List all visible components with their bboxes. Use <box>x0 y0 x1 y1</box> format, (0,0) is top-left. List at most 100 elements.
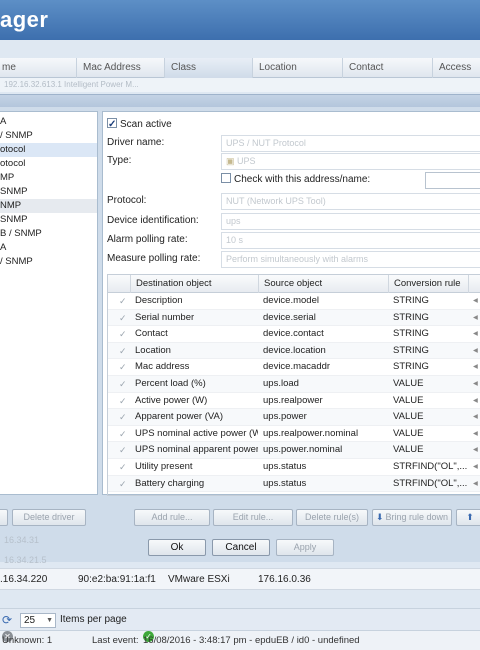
row-expand-icon[interactable]: ◂ <box>468 359 480 375</box>
driver-list-item[interactable]: SNMP <box>0 185 97 199</box>
driver-list-item[interactable]: / SNMP <box>0 255 97 269</box>
table-row[interactable]: ✓ Description device.model STRING ◂ <box>108 293 480 310</box>
table-row[interactable]: ✓ Serial number device.serial STRING ◂ <box>108 309 480 327</box>
row-expand-icon[interactable]: ◂ <box>468 476 480 492</box>
protocol-label: Protocol: <box>107 195 147 206</box>
table-row[interactable]: ✓ Active power (W) ups.realpower VALUE ◂ <box>108 393 480 410</box>
row-expand-icon[interactable]: ◂ <box>468 459 480 475</box>
device-mac: 90:e2:ba:91:1a:f1 <box>78 574 156 585</box>
rule-destination: Serial number <box>135 311 195 323</box>
driver-name-field[interactable]: UPS / NUT Protocol <box>221 135 480 152</box>
rule-conversion: STRING <box>393 328 429 340</box>
scan-active-row[interactable]: Scan active <box>107 116 172 134</box>
rule-source: ups.power <box>263 411 307 423</box>
rule-source: device.location <box>263 344 326 356</box>
rule-enabled-check[interactable]: ✓ <box>114 393 130 409</box>
row-expand-icon[interactable]: ◂ <box>468 409 480 425</box>
device-location: 176.16.0.36 <box>258 574 311 585</box>
rule-enabled-check[interactable]: ✓ <box>114 310 130 326</box>
driver-list-item[interactable]: / SNMP <box>0 129 97 143</box>
table-row[interactable]: ✓ UPS nominal active power (W) ups.realpow… <box>108 426 480 443</box>
driver-list-item[interactable]: otocol <box>0 157 97 171</box>
check-address-checkbox[interactable] <box>221 173 231 183</box>
col-source[interactable]: Source object <box>258 275 388 293</box>
check-address-input[interactable] <box>425 172 480 189</box>
col-location[interactable]: Location <box>252 58 342 78</box>
row-expand-icon[interactable]: ◂ <box>468 376 480 392</box>
table-row[interactable]: ✓ UPS nominal apparent power... ups.power.… <box>108 442 480 459</box>
rule-destination: UPS nominal active power (W) <box>135 427 258 439</box>
col-name[interactable]: me <box>0 58 76 78</box>
driver-list-item[interactable]: A <box>0 115 97 129</box>
col-conversion[interactable]: Conversion rule <box>388 275 468 293</box>
bring-rule-down-button[interactable]: ⬇ Bring rule down <box>372 509 452 526</box>
bring-rule-up-button[interactable]: ⬆ <box>456 509 480 526</box>
scan-active-checkbox[interactable] <box>107 116 117 134</box>
driver-list-item[interactable]: A <box>0 241 97 255</box>
table-row[interactable]: ✓ Apparent power (VA) ups.power VALUE ◂ <box>108 409 480 426</box>
add-rule-button[interactable]: Add rule... <box>134 509 210 526</box>
row-expand-icon[interactable]: ◂ <box>468 343 480 359</box>
table-row[interactable]: ✓ Contact device.contact STRING ◂ <box>108 326 480 343</box>
col-destination[interactable]: Destination object <box>130 275 258 293</box>
add-driver-button[interactable] <box>0 509 8 526</box>
protocol-field[interactable]: NUT (Network UPS Tool) <box>221 193 480 210</box>
table-row[interactable]: ✓ Percent load (%) ups.load VALUE ◂ <box>108 376 480 393</box>
table-row[interactable]: ✓ Location device.location STRING ◂ <box>108 342 480 360</box>
app-title-bar: ager <box>0 0 480 40</box>
rule-enabled-check[interactable]: ✓ <box>114 376 130 392</box>
rule-conversion: STRING <box>393 295 429 306</box>
rule-conversion: STRFIND("OL",... <box>393 461 468 472</box>
driver-list-item[interactable]: NMP <box>0 199 97 213</box>
refresh-icon[interactable]: ⟳ <box>2 609 12 631</box>
table-row[interactable]: ✓ Battery charging ups.status STRFIND("OL",… <box>108 475 480 493</box>
col-mac-address[interactable]: Mac Address <box>76 58 164 78</box>
rule-enabled-check[interactable]: ✓ <box>114 343 130 359</box>
arrow-up-icon: ⬆ <box>466 512 474 522</box>
col-extra[interactable] <box>468 275 480 293</box>
rule-enabled-check[interactable]: ✓ <box>114 442 130 458</box>
row-expand-icon[interactable]: ◂ <box>468 326 480 342</box>
driver-list-item[interactable]: MP <box>0 171 97 185</box>
alarm-rate-field[interactable]: 10 s <box>221 232 480 249</box>
device-id-field[interactable]: ups <box>221 213 480 230</box>
edit-rule-button[interactable]: Edit rule... <box>213 509 293 526</box>
type-value: UPS <box>237 156 256 166</box>
row-expand-icon[interactable]: ◂ <box>468 393 480 409</box>
col-check[interactable] <box>108 275 130 293</box>
rule-source: device.model <box>263 295 319 306</box>
rule-enabled-check[interactable]: ✓ <box>114 359 130 375</box>
alarm-rate-label: Alarm polling rate: <box>107 234 188 245</box>
measure-rate-field[interactable]: Perform simultaneously with alarms <box>221 251 480 268</box>
table-row[interactable]: ✓ Utility present ups.status STRFIND("OL",.… <box>108 459 480 476</box>
rule-source: ups.power.nominal <box>263 444 343 456</box>
driver-list-item-selected[interactable]: otocol <box>0 143 97 157</box>
device-row[interactable]: .16.34.220 90:e2:ba:91:1a:f1 VMware ESXi… <box>0 568 480 590</box>
chevron-down-icon: ▼ <box>46 617 53 624</box>
col-access[interactable]: Access <box>432 58 480 78</box>
rule-destination: Contact <box>135 328 168 340</box>
row-expand-icon[interactable]: ◂ <box>468 442 480 458</box>
type-field[interactable]: ▣ UPS <box>221 153 480 170</box>
row-expand-icon[interactable]: ◂ <box>468 293 480 309</box>
rule-enabled-check[interactable]: ✓ <box>114 326 130 342</box>
rule-enabled-check[interactable]: ✓ <box>114 459 130 475</box>
driver-list-item[interactable]: SNMP <box>0 213 97 227</box>
rule-enabled-check[interactable]: ✓ <box>114 426 130 442</box>
rule-enabled-check[interactable]: ✓ <box>114 293 130 309</box>
rule-enabled-check[interactable]: ✓ <box>114 409 130 425</box>
delete-rules-button[interactable]: Delete rule(s) <box>296 509 368 526</box>
driver-list-item[interactable]: B / SNMP <box>0 227 97 241</box>
table-row[interactable]: ✓ Mac address device.macaddr STRING ◂ <box>108 359 480 376</box>
rule-enabled-check[interactable]: ✓ <box>114 476 130 492</box>
col-contact[interactable]: Contact <box>342 58 432 78</box>
row-expand-icon[interactable]: ◂ <box>468 426 480 442</box>
rule-destination: Apparent power (VA) <box>135 411 224 423</box>
col-class[interactable]: Class <box>164 58 252 78</box>
rule-destination: Location <box>135 344 171 356</box>
rule-conversion: VALUE <box>393 444 424 456</box>
delete-driver-button[interactable]: Delete driver <box>12 509 86 526</box>
page-size-select[interactable]: 25 ▼ <box>20 613 56 628</box>
check-address-row[interactable]: Check with this address/name: <box>221 171 370 189</box>
row-expand-icon[interactable]: ◂ <box>468 310 480 326</box>
